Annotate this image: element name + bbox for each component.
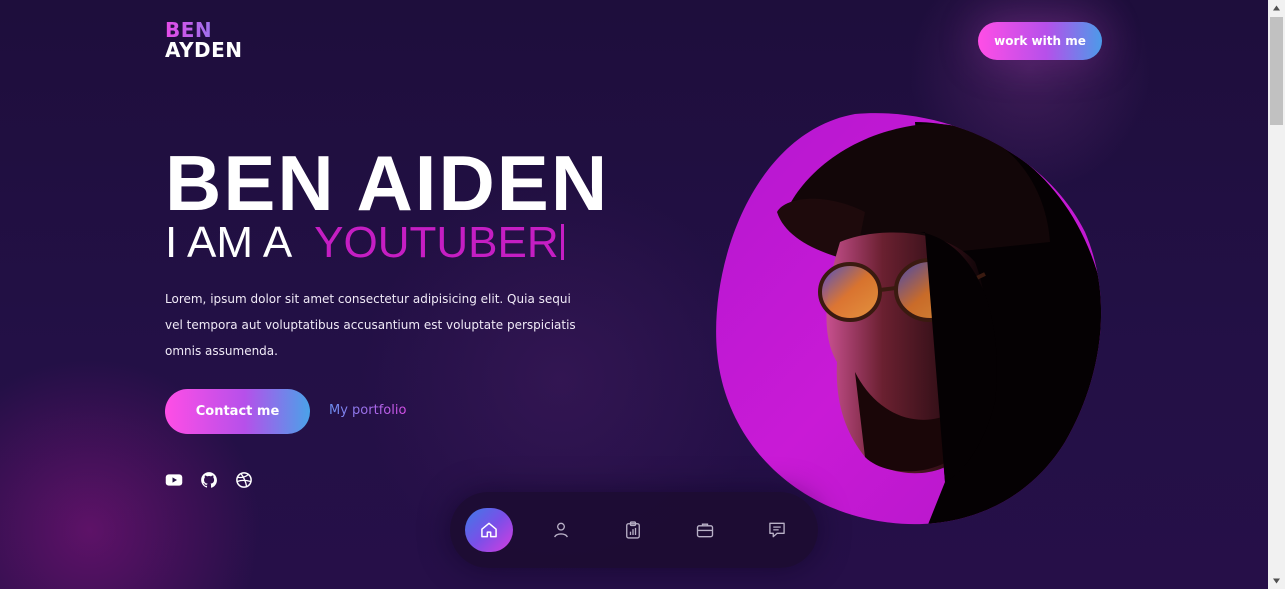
message-icon (769, 522, 785, 538)
dribbble-icon[interactable] (235, 471, 253, 489)
contact-me-button[interactable]: Contact me (165, 389, 310, 434)
hero-role-prefix: I AM A (165, 218, 293, 267)
hero-description: Lorem, ipsum dolor sit amet consectetur … (165, 292, 576, 358)
hero-role: I AM A YOUTUBER (165, 218, 564, 268)
vertical-scrollbar[interactable] (1268, 0, 1285, 589)
nav-home[interactable] (465, 508, 513, 552)
clipboard-chart-icon (626, 521, 640, 539)
my-portfolio-link[interactable]: My portfolio (329, 403, 406, 419)
logo-line-2: AYDEN (165, 38, 243, 62)
user-icon (554, 522, 568, 538)
social-links (165, 471, 253, 489)
hero-role-typed: YOUTUBER (314, 218, 559, 267)
nav-portfolio[interactable] (681, 508, 729, 552)
youtube-icon[interactable] (165, 471, 183, 489)
hero-name: BEN AIDEN (165, 139, 610, 227)
github-icon[interactable] (200, 471, 218, 489)
profile-portrait (716, 113, 1102, 525)
bottom-navigation (450, 492, 818, 568)
home-icon (481, 522, 497, 538)
logo-line-1: BEN (165, 20, 243, 40)
nav-contact[interactable] (753, 508, 801, 552)
nav-about[interactable] (537, 508, 585, 552)
briefcase-icon (696, 523, 714, 538)
scroll-down-arrow-icon[interactable] (1268, 572, 1285, 589)
logo[interactable]: BEN AYDEN (165, 20, 243, 60)
scrollbar-thumb[interactable] (1270, 17, 1283, 125)
nav-skills[interactable] (609, 508, 657, 552)
work-with-me-button[interactable]: work with me (978, 22, 1102, 60)
typing-cursor (560, 224, 564, 260)
scroll-up-arrow-icon[interactable] (1268, 0, 1285, 17)
